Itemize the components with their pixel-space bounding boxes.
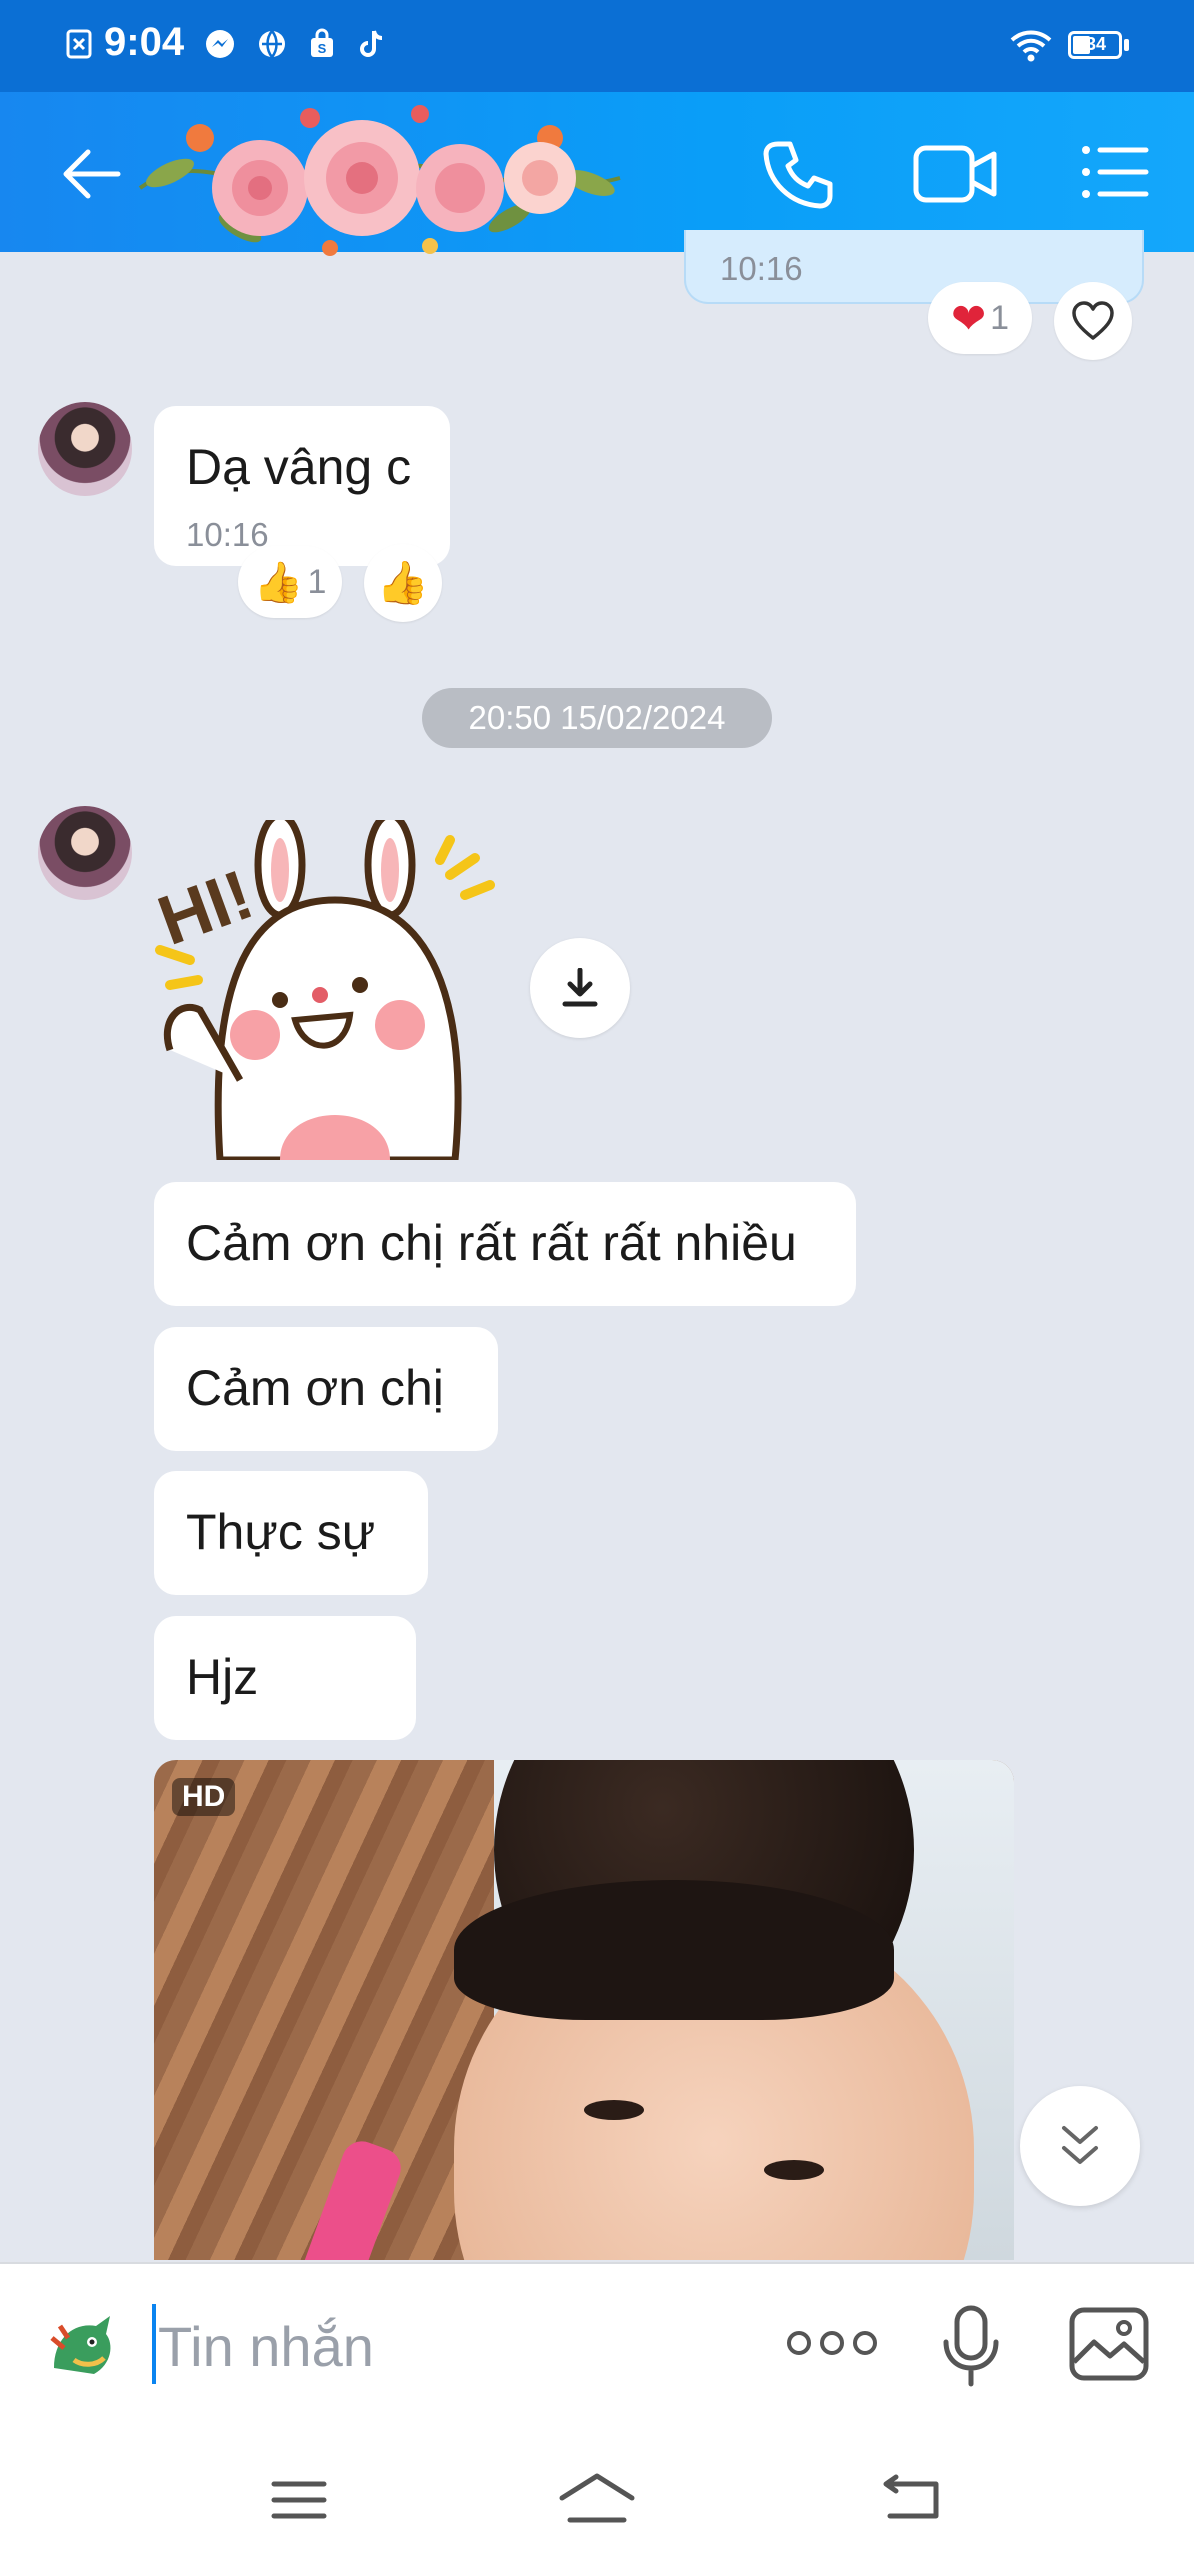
incoming-message-bubble[interactable]: Cảm ơn chị [154,1327,498,1451]
sticker-bunny[interactable]: HI! [150,820,520,1160]
avatar[interactable] [38,402,132,496]
svg-text:S: S [318,41,327,56]
document-icon [66,29,92,59]
battery-indicator: 34 [1068,31,1122,59]
messenger-icon [206,30,234,58]
back-icon[interactable] [878,2474,944,2524]
message-text: Hjz [186,1649,259,1705]
incoming-message-bubble[interactable]: Cảm ơn chị rất rất rất nhiều [154,1182,856,1306]
message-text: Cảm ơn chị [186,1360,444,1416]
message-time: 10:16 [720,250,803,287]
thumbs-up-icon: 👍 [253,560,304,605]
status-time: 9:04 [104,20,185,64]
avatar[interactable] [38,806,132,900]
list-icon[interactable] [1080,142,1150,202]
wifi-icon [1010,30,1052,62]
date-separator: 20:50 15/02/2024 [422,688,772,748]
more-options-icon[interactable] [786,2328,878,2358]
home-icon[interactable] [556,2470,638,2526]
download-icon [562,968,598,1007]
heart-outline-icon [1072,301,1114,340]
reaction-count: 1 [990,298,1010,337]
heart-icon: ❤ [950,294,987,342]
photo-eye-right [764,2160,824,2180]
menu-icon[interactable] [270,2478,328,2522]
incoming-message-bubble[interactable]: Dạ vâng c 10:16 [154,406,450,566]
thumbs-up-icon: 👍 [376,558,430,606]
heart-react-button[interactable] [1054,282,1132,360]
message-text: Cảm ơn chị rất rất rất nhiều [186,1215,797,1271]
photo-eye-left [584,2100,644,2120]
reaction-badge[interactable]: 👍 1 [238,546,342,618]
microphone-icon[interactable] [940,2304,1002,2390]
flower-banner [138,105,621,256]
hd-badge: HD [172,1778,236,1816]
phone-icon[interactable] [760,136,836,212]
shopping-bag-icon: S [311,28,333,57]
message-time: 10:16 [186,516,269,553]
thumbs-up-react-button[interactable]: 👍 [364,544,442,622]
sticker-icon[interactable] [44,2308,120,2384]
chat-header [0,92,1194,256]
message-input[interactable]: Tin nhắn [158,2314,374,2379]
text-cursor [152,2304,156,2384]
system-navigation-bar [0,2428,1194,2560]
incoming-message-bubble[interactable]: Hjz [154,1616,416,1740]
message-text: Thực sự [186,1504,376,1560]
message-input-bar: Tin nhắn [0,2262,1194,2430]
photo-fringe [454,1880,894,2020]
battery-level: 34 [1086,34,1107,54]
photo-pink-object [281,2135,407,2260]
scroll-to-bottom-button[interactable] [1020,2086,1140,2206]
video-camera-icon[interactable] [912,140,998,208]
image-gallery-icon[interactable] [1068,2306,1150,2382]
photo-message[interactable]: HD [154,1760,1014,2260]
reaction-badge[interactable]: ❤ 1 [928,282,1032,354]
globe-icon [259,30,285,58]
incoming-message-bubble[interactable]: Thực sự [154,1471,428,1595]
tiktok-icon [360,30,383,57]
sticker-text: HI! [150,855,263,960]
chevron-double-down-icon [1062,2126,1098,2164]
download-button[interactable] [530,938,630,1038]
arrow-left-icon[interactable] [56,138,128,210]
battery-tip [1124,39,1129,51]
message-text: Dạ vâng c [186,439,412,495]
reaction-count: 1 [307,562,327,601]
